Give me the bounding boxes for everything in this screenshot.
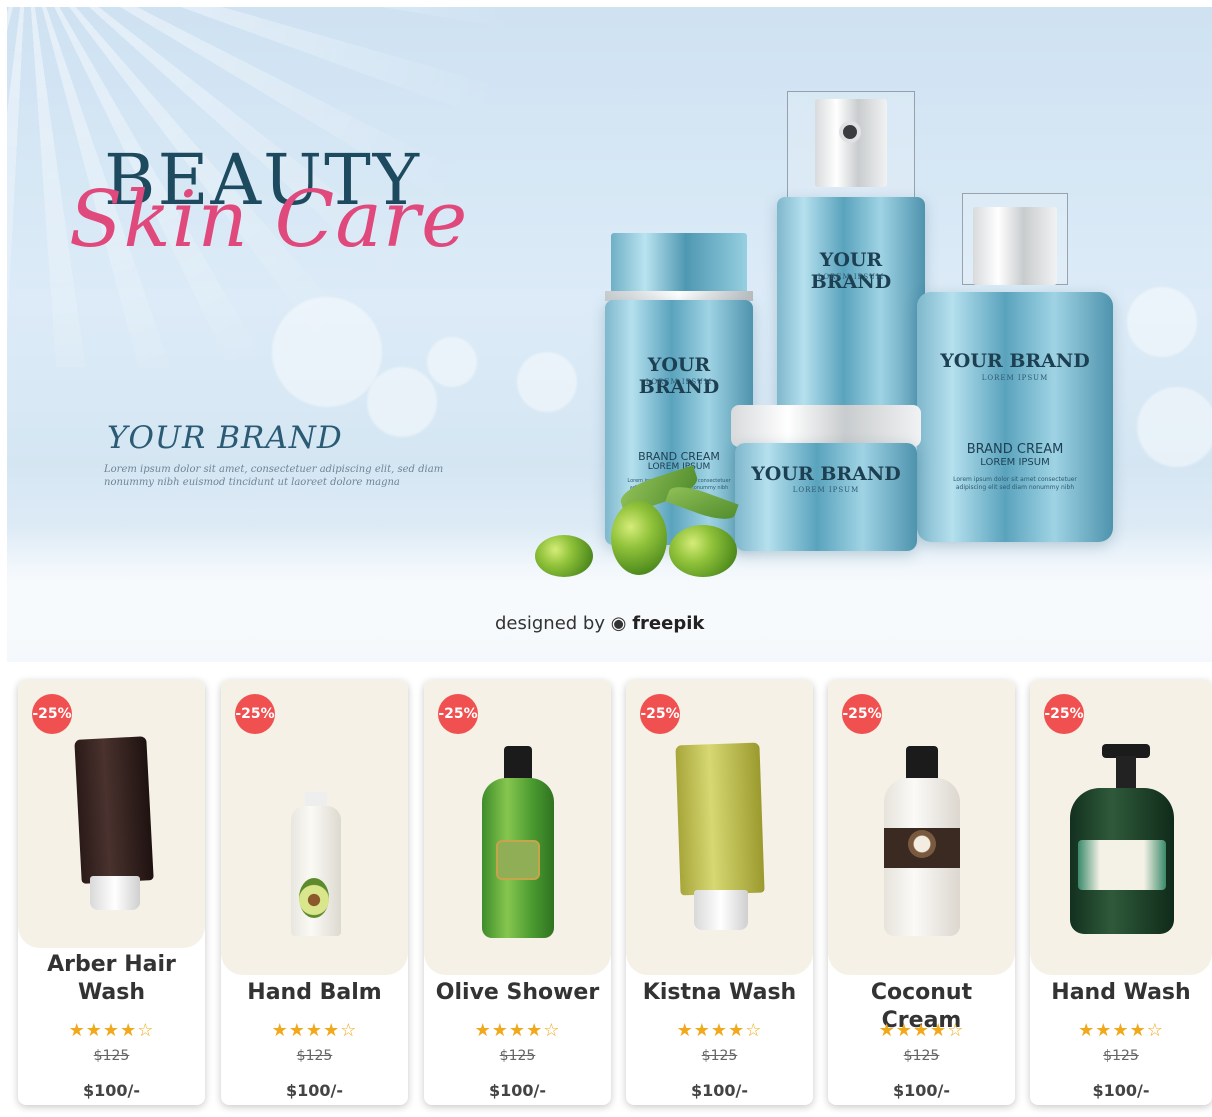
bottle-cream-sub-label: LOREM IPSUM — [980, 457, 1050, 468]
star-rating: ★★★★☆ — [68, 1020, 155, 1041]
product-name[interactable]: Arber Hair Wash — [18, 951, 205, 1007]
credit-prefix: designed by — [495, 613, 606, 634]
olive-fruit — [535, 535, 593, 577]
coconut-icon — [908, 830, 936, 858]
original-price: $125 — [903, 1048, 940, 1064]
jar-lorem-label: LOREM IPSUM — [792, 486, 860, 494]
discount-badge: -25% — [640, 694, 680, 734]
product-card[interactable]: -25% Arber Hair Wash ★★★★☆ $125 $100/- — [18, 680, 205, 1105]
bokeh-light — [517, 352, 577, 412]
freepik-credit[interactable]: designed by ◉ freepik — [495, 613, 704, 634]
bottle-tiny-text: Lorem ipsum dolor sit amet consectetuer … — [953, 476, 1077, 491]
tube-cap-image — [90, 876, 140, 910]
bottle-cap-image — [906, 746, 938, 782]
discount-badge: -25% — [235, 694, 275, 734]
product-name[interactable]: Hand Balm — [221, 979, 408, 1007]
bokeh-light — [1137, 387, 1212, 467]
sale-price: $100/- — [690, 1081, 748, 1100]
sale-price: $100/- — [82, 1081, 140, 1100]
bokeh-light — [272, 297, 382, 407]
star-rating: ★★★★☆ — [1078, 1020, 1164, 1041]
pump-stem-image — [1116, 756, 1136, 792]
product-name[interactable]: Kistna Wash — [626, 979, 813, 1007]
bottle-lorem-label: LOREM IPSUM — [817, 273, 885, 281]
bokeh-light — [427, 337, 477, 387]
jar-brand-label: YOUR BRAND — [751, 463, 901, 485]
product-card[interactable]: -25% Kistna Wash ★★★★☆ $125 $100/- — [626, 680, 813, 1105]
product-card[interactable]: -25% Hand Wash ★★★★☆ $125 $100/- — [1030, 680, 1212, 1105]
pump-nozzle-icon — [839, 121, 861, 143]
hand-wash-bottle-image — [1070, 788, 1174, 934]
discount-badge: -25% — [842, 694, 882, 734]
cream-pump-bottle: YOUR BRAND LOREM IPSUM BRAND CREAM LOREM… — [917, 292, 1113, 542]
olive-shower-bottle-image — [482, 778, 554, 938]
freepik-logo-icon: ◉ — [610, 613, 627, 634]
product-name[interactable]: Olive Shower — [424, 979, 611, 1007]
original-price: $125 — [1103, 1048, 1139, 1064]
product-grid: -25% Arber Hair Wash ★★★★☆ $125 $100/- -… — [18, 680, 1212, 1110]
bottle-cap-image — [504, 746, 532, 782]
star-rating: ★★★★☆ — [676, 1020, 763, 1041]
jungle-label-icon — [1078, 840, 1166, 890]
bottle-lorem-label: LOREM IPSUM — [645, 378, 713, 386]
product-card[interactable]: -25% Hand Balm ★★★★☆ $125 $100/- — [221, 680, 408, 1105]
olive-label-icon — [496, 840, 540, 880]
bottle-pump-cap — [815, 99, 887, 187]
bottle-cream-label: BRAND CREAM — [966, 442, 1064, 457]
banner-brand: YOUR BRAND — [107, 420, 343, 456]
discount-badge: -25% — [32, 694, 72, 734]
product-name[interactable]: Hand Wash — [1030, 979, 1212, 1007]
bokeh-light — [1127, 287, 1197, 357]
product-card[interactable]: -25% Coconut Cream ★★★★☆ $125 $100/- — [828, 680, 1015, 1105]
original-price: $125 — [499, 1048, 536, 1064]
coconut-cream-bottle-image — [884, 778, 960, 936]
banner-headline-skin-care: Skin Care — [69, 175, 469, 265]
discount-badge: -25% — [438, 694, 478, 734]
bottle-brand-label: YOUR BRAND — [638, 354, 720, 398]
sale-price: $100/- — [1092, 1081, 1150, 1100]
bottle-cap — [611, 233, 747, 293]
tall-serum-bottle: YOUR BRAND LOREM IPSUM — [777, 197, 925, 417]
bottle-pump-cap — [973, 207, 1057, 285]
credit-brand: freepik — [632, 613, 705, 634]
kistna-wash-tube-image — [675, 742, 765, 896]
hand-balm-tube-image — [291, 806, 341, 936]
avocado-icon — [299, 878, 329, 918]
star-rating: ★★★★☆ — [878, 1020, 965, 1041]
bottle-brand-label: YOUR BRAND — [810, 249, 892, 293]
bokeh-light — [367, 367, 437, 437]
bottle-lorem-label: LOREM IPSUM — [981, 374, 1049, 382]
cream-jar: YOUR BRAND LOREM IPSUM — [735, 443, 917, 551]
discount-badge: -25% — [1044, 694, 1084, 734]
banner-lorem: Lorem ipsum dolor sit amet, consectetuer… — [104, 464, 444, 488]
olive-fruit — [669, 525, 737, 577]
product-card[interactable]: -25% Olive Shower ★★★★☆ $125 $100/- — [424, 680, 611, 1105]
reflective-floor — [7, 527, 1212, 662]
sale-price: $100/- — [488, 1081, 546, 1100]
star-rating: ★★★★☆ — [474, 1020, 561, 1041]
hero-banner[interactable]: BEAUTY Skin Care YOUR BRAND Lorem ipsum … — [7, 7, 1212, 662]
original-price: $125 — [296, 1048, 333, 1064]
bottle-brand-label: YOUR BRAND — [940, 350, 1090, 372]
original-price: $125 — [701, 1048, 738, 1064]
sale-price: $100/- — [892, 1081, 950, 1100]
hair-wash-tube-image — [74, 736, 154, 884]
jar-lid — [731, 405, 921, 447]
tube-cap-image — [694, 890, 748, 930]
olive-fruit — [611, 501, 667, 575]
star-rating: ★★★★☆ — [271, 1020, 358, 1041]
original-price: $125 — [93, 1048, 130, 1064]
sale-price: $100/- — [285, 1081, 343, 1100]
